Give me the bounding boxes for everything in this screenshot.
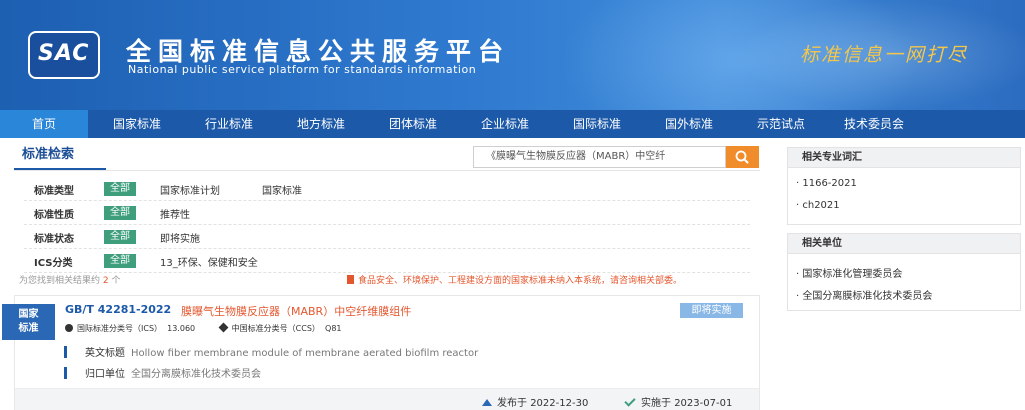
filter-option[interactable]: 推荐性 <box>160 206 190 221</box>
nav-item-pilot[interactable]: 示范试点 <box>742 110 820 138</box>
publish-date-value: 2022-12-30 <box>530 398 589 409</box>
result-note-prefix: 为您找到相关结果约 <box>19 276 101 286</box>
notice-banner: 食品安全、环境保护、工程建设方面的国家标准未纳入本系统，请咨询相关部委。 <box>347 273 682 286</box>
filter-option[interactable]: 即将实施 <box>160 230 200 245</box>
effective-date: 实施于 2023-07-01 <box>624 394 733 409</box>
ics-value: 13.060 <box>167 324 196 333</box>
badge-line: 标准 <box>18 323 39 334</box>
vocab-item[interactable]: · 1166-2021 <box>796 178 857 189</box>
site-banner: SAC 全国标准信息公共服务平台 National public service… <box>0 0 1025 110</box>
section-divider <box>14 170 760 171</box>
filter-option[interactable]: 国家标准 <box>262 182 302 197</box>
english-title-value: Hollow fiber membrane module of membrane… <box>131 348 479 359</box>
related-vocab-title: 相关专业词汇 <box>788 148 1020 168</box>
filter-all-tag[interactable]: 全部 <box>104 230 136 244</box>
section-title: 标准检索 <box>14 144 106 170</box>
result-count-note: 为您找到相关结果约 2 个 <box>19 273 121 286</box>
badge-line: 国家 <box>18 309 39 320</box>
ccs-icon <box>218 322 229 333</box>
vocab-item[interactable]: · ch2021 <box>796 200 840 211</box>
standard-type-badge: 国家 标准 <box>2 304 55 340</box>
related-units-title: 相关单位 <box>788 234 1020 254</box>
info-bar <box>64 367 67 379</box>
ccs-value: Q81 <box>325 324 342 333</box>
vocab-item-text: 1166-2021 <box>802 178 857 189</box>
search-button[interactable] <box>726 146 759 168</box>
department-row: 归口单位 全国分离膜标准化技术委员会 <box>64 365 261 380</box>
effective-date-value: 2023-07-01 <box>674 398 733 409</box>
filter-row-ics: ICS分类 全部 13_环保、保健和安全 <box>24 249 750 273</box>
filter-label: 标准状态 <box>34 234 74 245</box>
nav-item-national[interactable]: 国家标准 <box>98 110 176 138</box>
nav-item-local[interactable]: 地方标准 <box>282 110 360 138</box>
nav-item-home[interactable]: 首页 <box>0 110 88 138</box>
flag-icon <box>347 275 354 284</box>
nav-item-committee[interactable]: 技术委员会 <box>830 110 918 138</box>
filter-label: 标准类型 <box>34 186 74 197</box>
filter-all-tag[interactable]: 全部 <box>104 254 136 268</box>
effective-label: 实施于 <box>641 398 671 409</box>
search-icon <box>735 150 749 164</box>
filter-row-type: 标准类型 全部 国家标准计划 国家标准 <box>24 177 750 201</box>
unit-item[interactable]: · 国家标准化管理委员会 <box>796 265 902 280</box>
department-value: 全国分离膜标准化技术委员会 <box>131 369 261 380</box>
filter-option[interactable]: 13_环保、保健和安全 <box>160 254 258 269</box>
search-input[interactable]: 《膜曝气生物膜反应器（MABR）中空纤 <box>473 146 726 168</box>
unit-item-text: 全国分离膜标准化技术委员会 <box>802 291 933 302</box>
standard-name-link[interactable]: 膜曝气生物膜反应器（MABR）中空纤维膜组件 <box>181 303 411 319</box>
english-title-label: 英文标题 <box>85 348 125 359</box>
globe-icon <box>65 324 73 332</box>
ccs-label: 中国标准分类号（CCS） <box>231 324 320 333</box>
filter-label: ICS分类 <box>34 258 73 269</box>
result-count: 2 <box>102 276 109 286</box>
notice-text: 食品安全、环境保护、工程建设方面的国家标准未纳入本系统，请咨询相关部委。 <box>358 276 683 286</box>
banner-slogan: 标准信息一网打尽 <box>800 44 969 66</box>
result-note-suffix: 个 <box>111 276 121 286</box>
site-title-en: National public service platform for sta… <box>128 63 477 76</box>
filter-option[interactable]: 国家标准计划 <box>160 182 220 197</box>
filter-row-status: 标准状态 全部 即将实施 <box>24 225 750 249</box>
publish-label: 发布于 <box>497 398 527 409</box>
check-icon <box>624 395 636 407</box>
ics-label: 国际标准分类号（ICS） <box>77 324 163 333</box>
unit-item[interactable]: · 全国分离膜标准化技术委员会 <box>796 287 932 302</box>
nav-item-international[interactable]: 国际标准 <box>558 110 636 138</box>
nav-item-enterprise[interactable]: 企业标准 <box>466 110 544 138</box>
filter-row-nature: 标准性质 全部 推荐性 <box>24 201 750 225</box>
status-badge: 即将实施 <box>680 303 743 318</box>
publish-icon <box>482 399 492 406</box>
card-footer: 发布于 2022-12-30 实施于 2023-07-01 <box>15 388 759 410</box>
sac-logo[interactable]: SAC <box>28 31 100 79</box>
nav-item-group[interactable]: 团体标准 <box>374 110 452 138</box>
classification-line: 国际标准分类号（ICS） 13.060 中国标准分类号（CCS） Q81 <box>65 322 342 334</box>
logo-text: SAC <box>38 41 90 66</box>
department-label: 归口单位 <box>85 369 125 380</box>
main-nav: 首页 国家标准 行业标准 地方标准 团体标准 企业标准 国际标准 国外标准 示范… <box>0 110 1025 138</box>
related-vocab-panel: 相关专业词汇 · 1166-2021 · ch2021 <box>787 147 1021 225</box>
publish-date: 发布于 2022-12-30 <box>482 394 588 409</box>
info-bar <box>64 346 67 358</box>
standard-code-link[interactable]: GB/T 42281-2022 <box>65 303 171 316</box>
filter-all-tag[interactable]: 全部 <box>104 206 136 220</box>
english-title-row: 英文标题 Hollow fiber membrane module of memb… <box>64 344 479 359</box>
nav-item-industry[interactable]: 行业标准 <box>190 110 268 138</box>
unit-item-text: 国家标准化管理委员会 <box>802 269 903 280</box>
related-units-panel: 相关单位 · 国家标准化管理委员会 · 全国分离膜标准化技术委员会 <box>787 233 1021 311</box>
filter-all-tag[interactable]: 全部 <box>104 182 136 196</box>
vocab-item-text: ch2021 <box>802 200 840 211</box>
nav-item-foreign[interactable]: 国外标准 <box>650 110 728 138</box>
filter-label: 标准性质 <box>34 210 74 221</box>
filter-panel: 标准类型 全部 国家标准计划 国家标准 标准性质 全部 推荐性 标准状态 全部 … <box>14 177 760 273</box>
